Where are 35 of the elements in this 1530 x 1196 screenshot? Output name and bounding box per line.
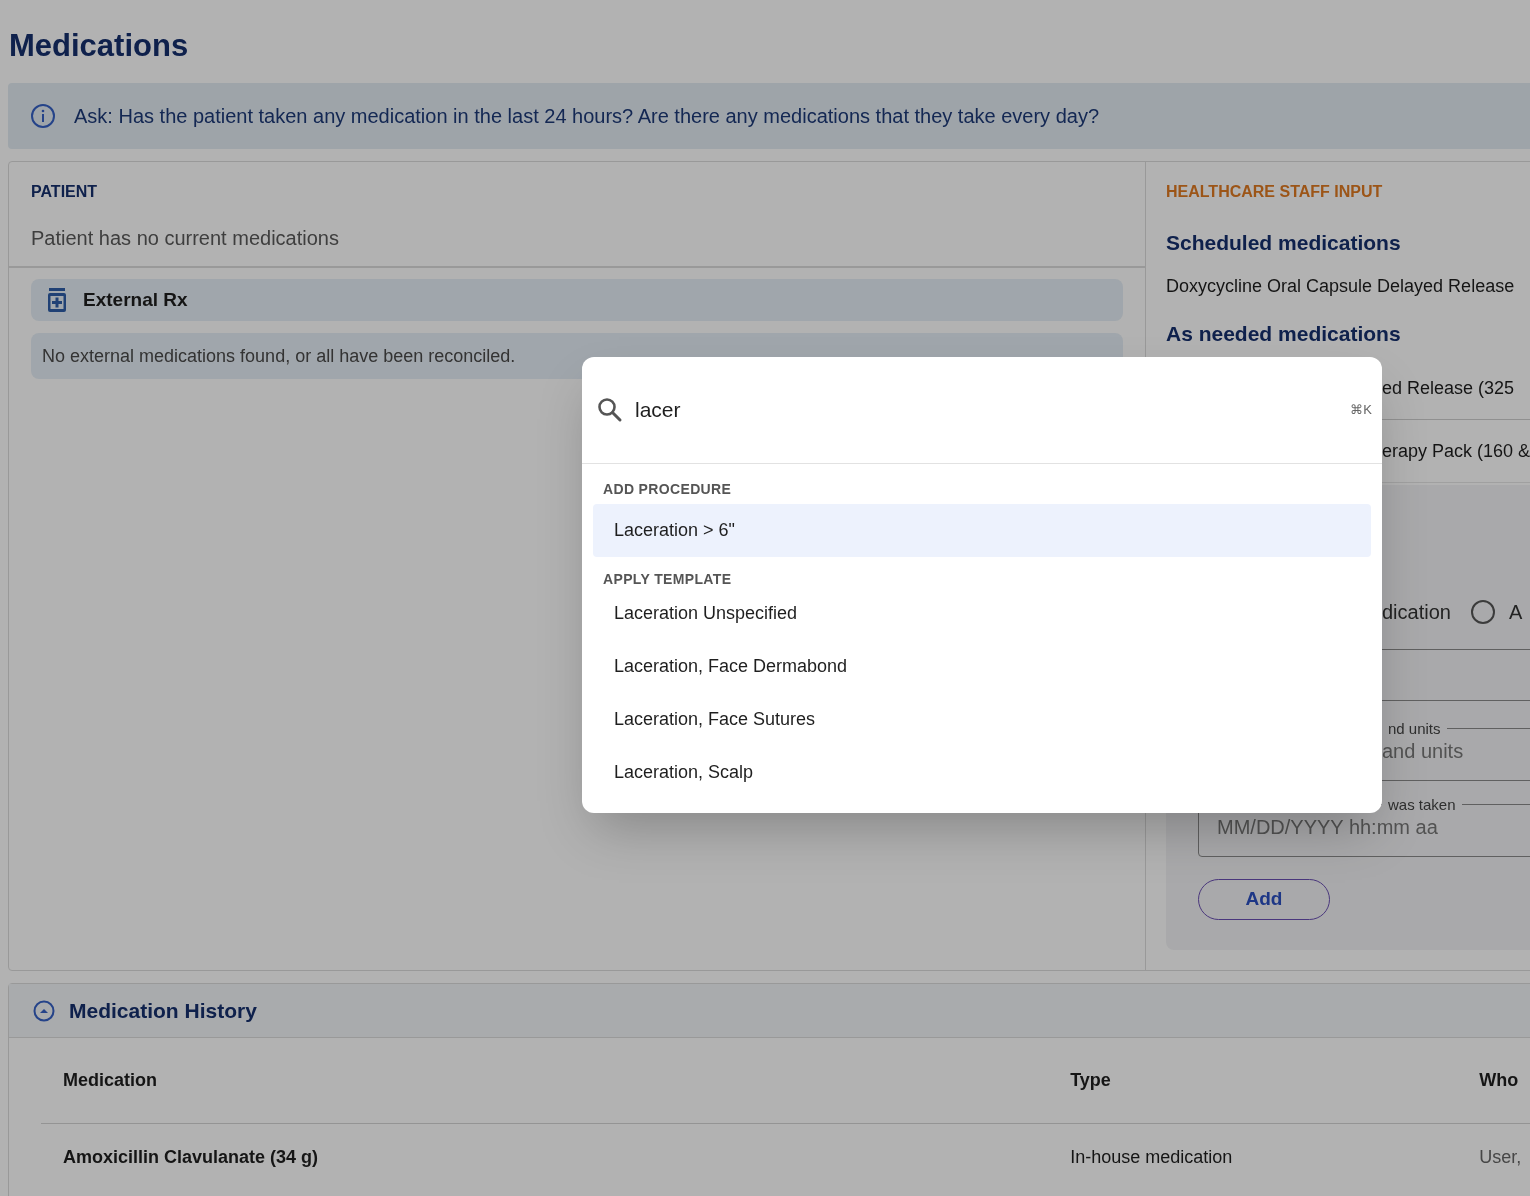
history-title: Medication History: [69, 997, 257, 1024]
info-icon: [30, 103, 56, 129]
radio-label: dication: [1382, 600, 1451, 625]
prompt-text: Ask: Has the patient taken any medication in the last 24 hours? Are there any medications that they take every day?: [74, 104, 1100, 129]
column-header: Type: [1070, 1069, 1112, 1092]
message-text: No external medications found, or all have been reconciled.: [42, 344, 516, 368]
shortcut-hint: ⌘K: [1350, 401, 1372, 420]
subsection-title: As needed medications: [1166, 323, 1402, 344]
page-title: Medications: [8, 30, 190, 61]
search-icon: [597, 397, 623, 423]
section-heading: PATIENT: [31, 184, 99, 200]
table-cell-text: In-house medication: [1070, 1145, 1234, 1169]
status-text: Patient has no current medications: [31, 228, 340, 248]
medication-item: ed Release (325: [1382, 377, 1515, 400]
table-cell-text: Amoxicillin Clavulanate (34 g): [63, 1145, 320, 1169]
column-header: Medication: [63, 1069, 158, 1092]
section-heading: HEALTHCARE STAFF INPUT: [1166, 184, 1384, 200]
history-header[interactable]: Medication History: [9, 984, 1530, 1038]
text-input[interactable]: MM/DD/YYYY hh:mm aa: [1217, 812, 1530, 842]
medication-item: Doxycycline Oral Capsule Delayed Release: [1166, 277, 1516, 295]
field-label: was taken: [1387, 797, 1457, 812]
collapse-icon[interactable]: [33, 999, 55, 1022]
field-label: nd units: [1387, 721, 1442, 736]
input-field[interactable]: was taken MM/DD/YYYY hh:mm aa: [1198, 797, 1530, 857]
radio-option[interactable]: A: [1470, 597, 1523, 627]
table-cell-text: User,: [1479, 1145, 1523, 1169]
pill-bottle-icon: [47, 288, 67, 312]
subsection-title: Scheduled medications: [1166, 232, 1402, 253]
external-rx-title: External Rx: [83, 287, 188, 312]
group-heading: ADD PROCEDURE: [602, 482, 733, 496]
group-heading: APPLY TEMPLATE: [602, 572, 733, 586]
search-field[interactable]: lacer: [635, 394, 1339, 426]
column-header: Who: [1479, 1069, 1520, 1092]
medication-item: erapy Pack (160 &: [1382, 439, 1530, 463]
result-item[interactable]: Laceration > 6": [593, 504, 1371, 557]
